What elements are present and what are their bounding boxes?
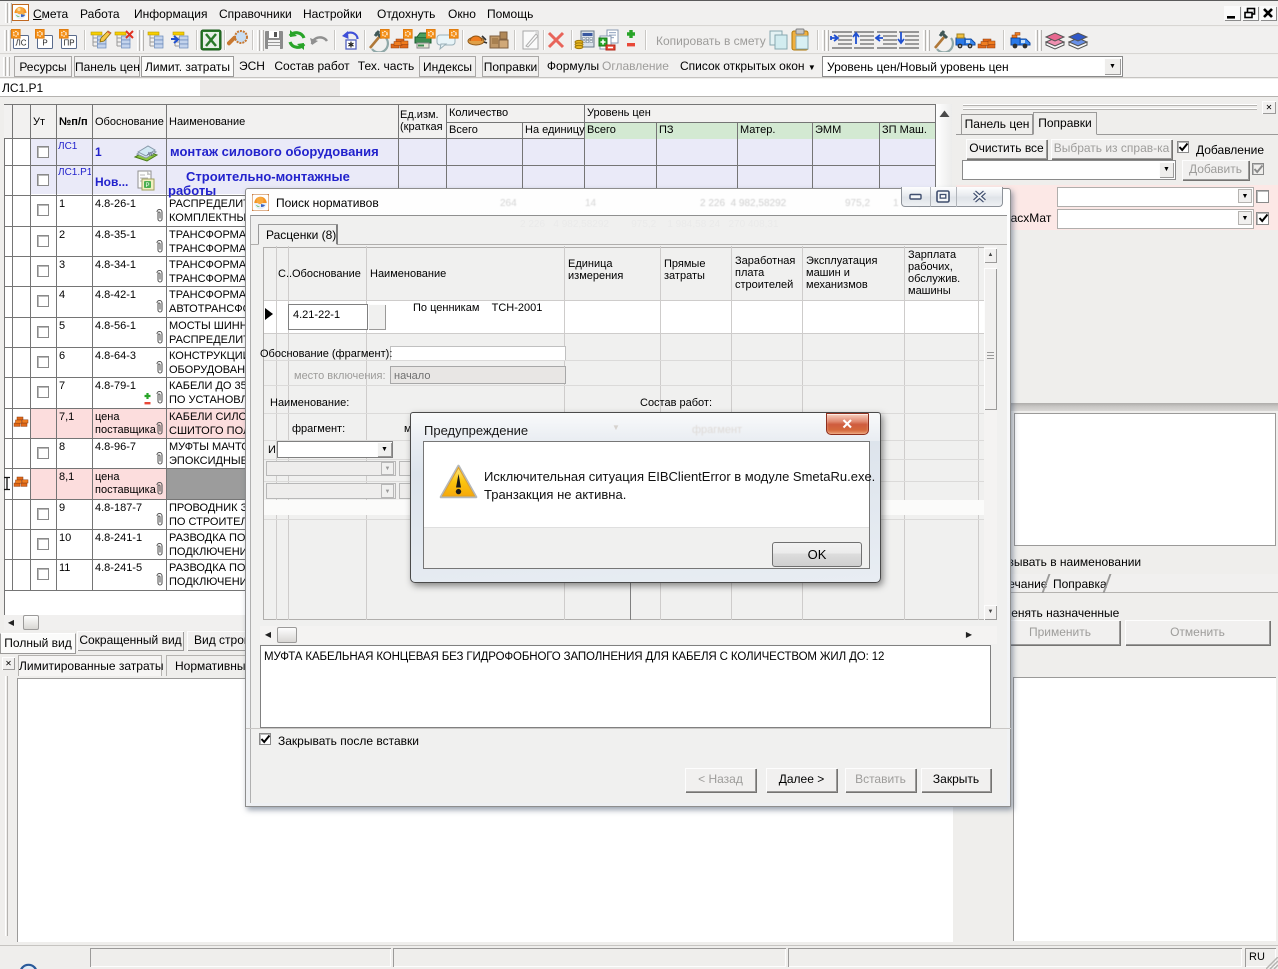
svg-text:ПР: ПР xyxy=(63,39,74,48)
svg-text:P: P xyxy=(146,183,150,189)
svg-text:✱: ✱ xyxy=(348,41,355,50)
svg-text:Р: Р xyxy=(42,39,47,48)
svg-text:ЛС: ЛС xyxy=(15,39,26,48)
